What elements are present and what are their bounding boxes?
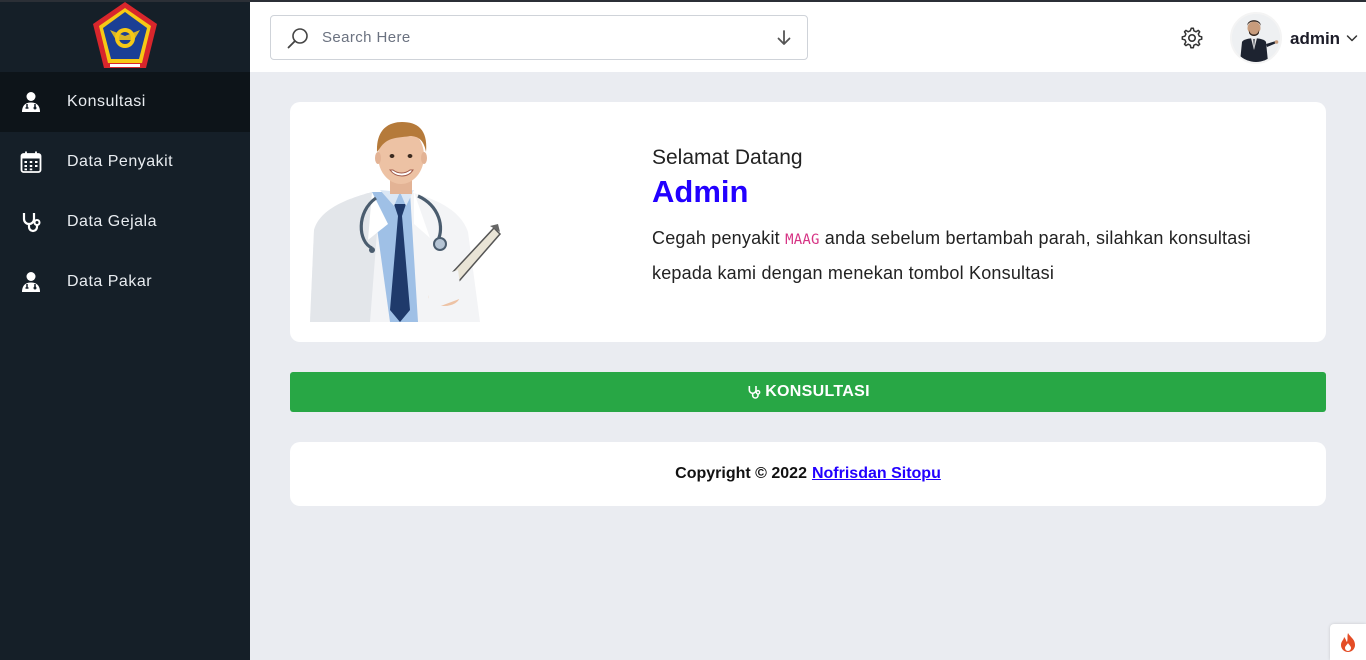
desc-disease-code: MAAG [785,232,820,248]
avatar[interactable] [1230,12,1282,64]
user-doctor-icon [18,89,44,115]
logo-container [0,0,250,72]
window-top-border [0,0,1366,2]
search-input[interactable] [322,29,775,46]
welcome-card: Selamat Datang Admin Cegah penyakit MAAG… [290,102,1326,342]
welcome-title: Admin [652,174,749,209]
chevron-down-icon[interactable] [1345,31,1359,45]
author-link[interactable]: Nofrisdan Sitopu [812,465,941,483]
search-bar [270,15,808,60]
search-icon[interactable] [286,26,310,50]
sidebar-item-label: Data Pakar [67,273,153,290]
konsultasi-button[interactable]: KONSULTASI [290,372,1326,412]
logo-emblem-icon[interactable] [90,0,160,72]
debug-toolbar-toggle[interactable] [1330,624,1366,660]
calendar-icon [18,149,44,175]
sidebar-item-label: Data Gejala [67,213,157,230]
footer: Copyright © 2022 Nofrisdan Sitopu [290,442,1326,506]
sidebar-item-data-penyakit[interactable]: Data Penyakit [0,132,250,192]
konsultasi-button-label: KONSULTASI [765,383,870,400]
user-photo-icon [1232,14,1280,62]
sidebar-item-label: Konsultasi [67,93,146,110]
sidebar: Konsultasi Data Penyakit Data Gejala Dat… [0,0,250,660]
top-header: admin [250,2,1366,72]
doctor-illustration [310,122,502,322]
sidebar-item-data-pakar[interactable]: Data Pakar [0,252,250,312]
stethoscope-icon [748,386,761,399]
flame-icon [1341,633,1355,652]
sidebar-item-label: Data Penyakit [67,153,174,170]
arrow-down-icon[interactable] [775,29,793,47]
welcome-description: Cegah penyakit MAAG anda sebelum bertamb… [652,222,1252,290]
sidebar-item-konsultasi[interactable]: Konsultasi [0,72,250,132]
gear-icon[interactable] [1180,26,1204,50]
stethoscope-icon [18,209,44,235]
user-name[interactable]: admin [1290,29,1340,49]
copyright-text: Copyright © 2022 [675,465,807,482]
sidebar-item-data-gejala[interactable]: Data Gejala [0,192,250,252]
welcome-greeting: Selamat Datang [652,146,803,169]
desc-before: Cegah penyakit [652,228,786,248]
user-doctor-icon [18,269,44,295]
